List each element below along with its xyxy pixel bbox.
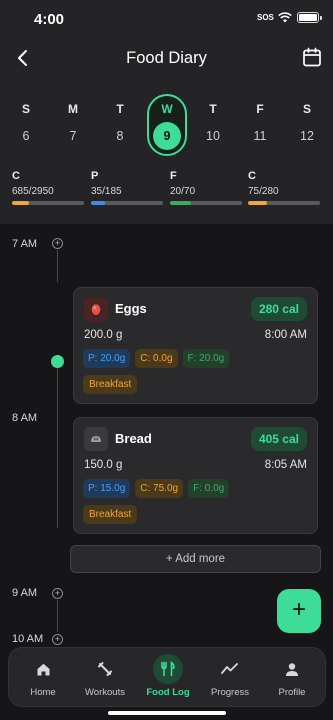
day-number: 9	[153, 122, 181, 150]
macro-calories: C 685/2950	[12, 170, 84, 205]
macro-label: C	[248, 170, 256, 182]
entry-time: 8:00 AM	[264, 329, 307, 341]
calendar-icon[interactable]	[301, 46, 323, 68]
tab-label: Food Log	[146, 687, 190, 698]
wifi-icon	[278, 12, 292, 23]
day-number: 10	[206, 129, 220, 143]
day-number: 8	[116, 129, 124, 143]
current-time-dot	[51, 355, 64, 368]
hour-label: 10 AM	[12, 633, 44, 645]
day-letter: W	[161, 102, 173, 116]
macro-label: F	[170, 170, 177, 182]
tab-label: Progress	[210, 687, 249, 698]
day-thursday[interactable]: T 10	[193, 94, 233, 143]
meal-tag: Breakfast	[83, 375, 138, 394]
macro-fat: F 20/70	[170, 170, 242, 205]
home-icon	[28, 654, 58, 684]
status-icons: SOS	[257, 12, 322, 23]
macro-chips: P: 15.0g C: 75.0g F: 0.0g	[83, 479, 230, 498]
egg-icon	[84, 297, 108, 321]
tab-food-log[interactable]: Food Log	[136, 648, 200, 708]
macro-progress-bar	[12, 201, 84, 205]
macro-chips: P: 20.0g C: 0.0g F: 20.0g	[83, 349, 230, 368]
food-entry-card[interactable]: Eggs 280 cal 200.0 g 8:00 AM P: 20.0g C:…	[73, 287, 318, 404]
profile-icon	[277, 654, 307, 684]
macro-progress-bar	[248, 201, 320, 205]
add-entry-9am-icon[interactable]: +	[52, 588, 63, 599]
macro-value: 75/280	[248, 186, 279, 197]
carbs-chip: C: 75.0g	[135, 479, 184, 498]
bread-icon	[84, 427, 108, 451]
meal-tag: Breakfast	[83, 505, 138, 524]
fat-chip: F: 20.0g	[182, 349, 230, 368]
day-letter: F	[256, 102, 264, 116]
food-log-icon	[153, 654, 183, 684]
day-letter: T	[116, 102, 124, 116]
carbs-chip: C: 0.0g	[135, 349, 178, 368]
day-saturday[interactable]: S 12	[287, 94, 327, 143]
day-letter: S	[302, 102, 311, 116]
tab-home[interactable]: Home	[11, 648, 75, 708]
day-friday[interactable]: F 11	[240, 94, 280, 143]
calorie-badge: 405 cal	[250, 427, 307, 451]
day-letter: S	[21, 102, 30, 116]
day-number: 6	[22, 129, 30, 143]
workouts-icon	[90, 654, 120, 684]
day-tuesday[interactable]: T 8	[100, 94, 140, 143]
sos-indicator: SOS	[257, 13, 274, 22]
add-food-fab[interactable]: +	[277, 589, 321, 633]
progress-icon	[215, 654, 245, 684]
week-selector: S 6 M 7 T 8 W 9 T 10 F 11 S 12	[0, 94, 333, 158]
food-quantity: 150.0 g	[84, 459, 123, 471]
hour-label: 7 AM	[12, 238, 38, 250]
macro-label: C	[12, 170, 20, 182]
macro-progress-bar	[170, 201, 242, 205]
macro-carbs: C 75/280	[248, 170, 320, 205]
macro-value: 35/185	[91, 186, 122, 197]
macro-value: 20/70	[170, 186, 196, 197]
fat-chip: F: 0.0g	[188, 479, 230, 498]
day-number: 12	[300, 129, 314, 143]
day-letter: M	[68, 102, 78, 116]
tab-workouts[interactable]: Workouts	[73, 648, 137, 708]
tab-progress[interactable]: Progress	[198, 648, 262, 708]
timeline-line	[57, 368, 58, 528]
hour-label: 9 AM	[12, 587, 38, 599]
food-entry-card[interactable]: Bread 405 cal 150.0 g 8:05 AM P: 15.0g C…	[73, 417, 318, 534]
add-entry-7am-icon[interactable]: +	[52, 238, 63, 249]
tab-label: Home	[30, 687, 56, 698]
tab-label: Profile	[278, 687, 306, 698]
food-name: Bread	[115, 431, 152, 446]
day-wednesday-selected[interactable]: W 9	[147, 94, 187, 156]
status-bar: 4:00 SOS	[0, 0, 333, 38]
macro-protein: P 35/185	[91, 170, 163, 205]
day-number: 7	[69, 129, 77, 143]
battery-icon	[297, 12, 322, 23]
day-monday[interactable]: M 7	[53, 94, 93, 143]
macro-progress-bar	[91, 201, 163, 205]
timeline-line	[57, 600, 58, 632]
macro-value: 685/2950	[12, 186, 54, 197]
home-indicator	[108, 711, 226, 715]
day-letter: T	[209, 102, 217, 116]
add-entry-10am-icon[interactable]: +	[52, 634, 63, 645]
tab-profile[interactable]: Profile	[260, 648, 324, 708]
calorie-badge: 280 cal	[250, 297, 307, 321]
day-number: 11	[253, 129, 267, 143]
day-sunday[interactable]: S 6	[6, 94, 46, 143]
macro-summary: C 685/2950 P 35/185 F 20/70 C 75/280	[12, 170, 322, 210]
macro-label: P	[91, 170, 99, 182]
status-time: 4:00	[34, 11, 65, 28]
hour-label: 8 AM	[12, 412, 38, 424]
food-name: Eggs	[115, 301, 147, 316]
add-more-button[interactable]: + Add more	[70, 545, 321, 573]
timeline-line	[57, 250, 58, 282]
entry-time: 8:05 AM	[264, 459, 307, 471]
page-title: Food Diary	[126, 49, 207, 67]
tab-label: Workouts	[85, 687, 125, 698]
protein-chip: P: 15.0g	[83, 479, 131, 498]
protein-chip: P: 20.0g	[83, 349, 131, 368]
food-quantity: 200.0 g	[84, 329, 123, 341]
bottom-nav: Home Workouts Food Log Progress Profile	[8, 647, 326, 707]
